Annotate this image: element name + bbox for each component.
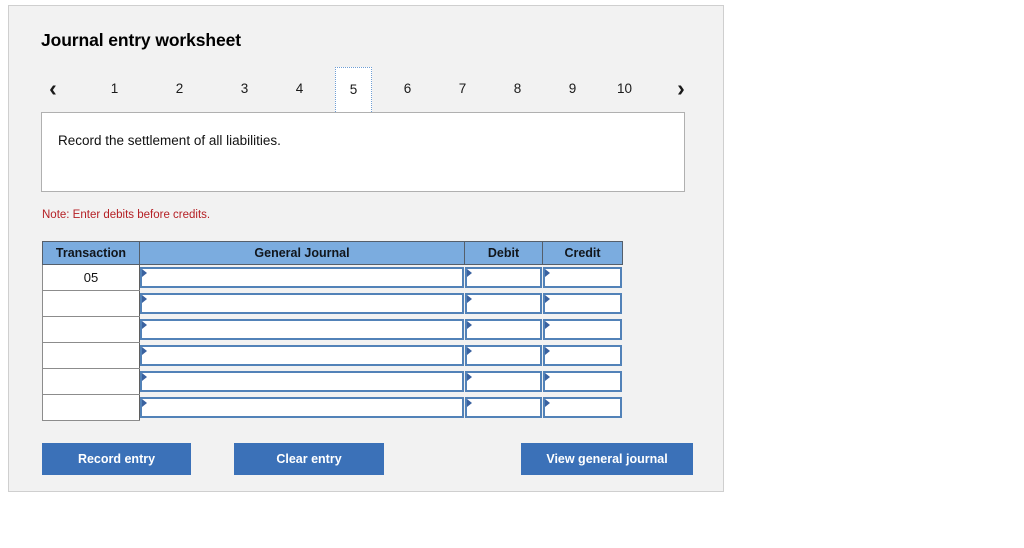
table-row [42,394,623,421]
credit-input[interactable] [542,397,622,418]
debit-cell[interactable] [464,369,543,395]
column-header-debit: Debit [464,241,543,265]
debit-input[interactable] [464,371,542,392]
credit-input[interactable] [542,371,622,392]
page-title: Journal entry worksheet [41,30,241,50]
general-journal-input[interactable] [140,319,464,340]
clear-entry-button[interactable]: Clear entry [234,443,384,475]
debit-cell[interactable] [464,343,543,369]
debit-input[interactable] [464,397,542,418]
tab-4[interactable]: 4 [281,67,318,110]
general-journal-cell[interactable] [140,395,465,421]
debits-before-credits-note: Note: Enter debits before credits. [42,209,211,221]
transaction-description-text: Record the settlement of all liabilities… [58,133,281,148]
debit-cell[interactable] [464,265,543,291]
tab-2[interactable]: 2 [161,67,198,110]
general-journal-input[interactable] [140,293,464,314]
column-header-general-journal: General Journal [139,241,465,265]
tab-9[interactable]: 9 [554,67,591,110]
column-header-transaction: Transaction [42,241,140,265]
general-journal-cell[interactable] [140,369,465,395]
debit-input[interactable] [464,345,542,366]
worksheet-tabstrip: ‹ 1 2 3 4 5 6 7 8 9 10 › [41,67,693,112]
tab-10[interactable]: 10 [606,67,643,110]
credit-cell[interactable] [542,369,623,395]
general-journal-input[interactable] [140,345,464,366]
tab-1[interactable]: 1 [96,67,133,110]
view-general-journal-button[interactable]: View general journal [521,443,693,475]
credit-cell[interactable] [542,291,623,317]
record-entry-button[interactable]: Record entry [42,443,191,475]
journal-entry-table: Transaction General Journal Debit Credit… [42,241,623,421]
tab-8[interactable]: 8 [499,67,536,110]
chevron-right-icon[interactable]: › [669,67,693,109]
transaction-number-cell [42,368,140,395]
table-row [42,342,623,369]
debit-cell[interactable] [464,317,543,343]
table-row [42,290,623,317]
transaction-number-cell [42,290,140,317]
column-header-credit: Credit [542,241,623,265]
credit-cell[interactable] [542,265,623,291]
tab-7[interactable]: 7 [444,67,481,110]
table-row [42,368,623,395]
table-row [42,316,623,343]
chevron-left-icon[interactable]: ‹ [41,67,65,109]
credit-cell[interactable] [542,395,623,421]
transaction-description-box: Record the settlement of all liabilities… [41,112,685,192]
transaction-number-cell [42,394,140,421]
debit-cell[interactable] [464,395,543,421]
tab-3[interactable]: 3 [226,67,263,110]
general-journal-cell[interactable] [140,265,465,291]
general-journal-cell[interactable] [140,343,465,369]
general-journal-input[interactable] [140,371,464,392]
general-journal-input[interactable] [140,267,464,289]
general-journal-input[interactable] [140,397,464,418]
credit-cell[interactable] [542,317,623,343]
debit-input[interactable] [464,293,542,314]
table-row: 05 [42,264,623,291]
tab-6[interactable]: 6 [389,67,426,110]
general-journal-cell[interactable] [140,317,465,343]
credit-input[interactable] [542,293,622,314]
credit-input[interactable] [542,345,622,366]
credit-cell[interactable] [542,343,623,369]
debit-cell[interactable] [464,291,543,317]
credit-input[interactable] [542,319,622,340]
transaction-number-cell: 05 [42,264,140,291]
journal-entry-panel: Journal entry worksheet ‹ 1 2 3 4 5 6 7 … [8,5,724,492]
debit-input[interactable] [464,267,542,289]
transaction-number-cell [42,316,140,343]
general-journal-cell[interactable] [140,291,465,317]
debit-input[interactable] [464,319,542,340]
table-header-row: Transaction General Journal Debit Credit [42,241,623,265]
credit-input[interactable] [542,267,622,289]
tab-5[interactable]: 5 [335,67,372,112]
transaction-number-cell [42,342,140,369]
